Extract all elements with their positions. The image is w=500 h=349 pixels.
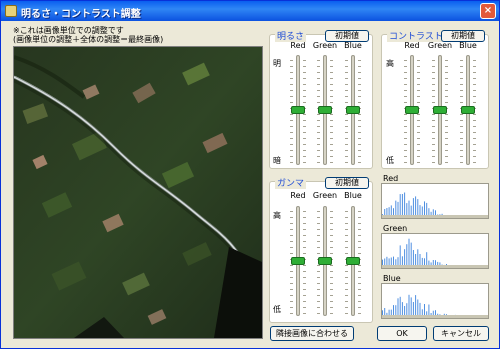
gamma-green-slider[interactable] (316, 206, 334, 316)
histogram-green-label: Green (383, 224, 408, 233)
contrast-green-label: Green (427, 41, 453, 50)
contrast-blue-label: Blue (459, 41, 477, 50)
slider-thumb[interactable] (405, 106, 419, 114)
histogram-green-chart (382, 238, 487, 268)
image-preview[interactable] (13, 46, 263, 339)
gamma-red-slider[interactable] (289, 206, 307, 316)
histogram-green (381, 233, 489, 269)
note-line-2: (画像単位の調整＋全体の調整＝最終画像) (13, 35, 164, 44)
contrast-red-label: Red (404, 41, 420, 50)
gamma-blue-slider[interactable] (344, 206, 362, 316)
brightness-top-label: 明 (273, 59, 281, 68)
slider-thumb[interactable] (461, 106, 475, 114)
dialog-window: 明るさ・コントラスト調整 × ※これは画像単位での調整です (画像単位の調整＋全… (0, 0, 500, 349)
app-icon (5, 5, 17, 17)
brightness-green-label: Green (312, 41, 338, 50)
contrast-bottom-label: 低 (386, 156, 394, 165)
slider-thumb[interactable] (346, 257, 360, 265)
gamma-group: ガンマ 初期値 Red Green Blue 高 低 (269, 176, 373, 323)
gamma-bottom-label: 低 (273, 305, 281, 314)
slider-thumb[interactable] (291, 257, 305, 265)
gamma-green-label: Green (312, 191, 338, 200)
brightness-red-slider[interactable] (289, 55, 307, 165)
histogram-red (381, 183, 489, 219)
slider-thumb[interactable] (291, 106, 305, 114)
window-title: 明るさ・コントラスト調整 (21, 9, 141, 20)
satellite-image (14, 47, 262, 338)
cancel-button[interactable]: キャンセル (433, 326, 489, 341)
gamma-blue-label: Blue (344, 191, 362, 200)
histogram-blue (381, 283, 489, 319)
title-bar[interactable]: 明るさ・コントラスト調整 × (1, 1, 499, 21)
slider-thumb[interactable] (318, 257, 332, 265)
gamma-top-label: 高 (273, 211, 281, 220)
brightness-green-slider[interactable] (316, 55, 334, 165)
brightness-bottom-label: 暗 (273, 156, 281, 165)
brightness-blue-label: Blue (344, 41, 362, 50)
contrast-green-slider[interactable] (431, 55, 449, 165)
brightness-group: 明るさ 初期値 Red Green Blue 明 暗 (269, 29, 373, 169)
gamma-red-label: Red (290, 191, 306, 200)
slider-thumb[interactable] (346, 106, 360, 114)
contrast-blue-slider[interactable] (459, 55, 477, 165)
brightness-blue-slider[interactable] (344, 55, 362, 165)
histogram-blue-chart (382, 294, 487, 318)
gamma-reset-button[interactable]: 初期値 (325, 177, 369, 189)
histogram-red-label: Red (383, 174, 399, 183)
contrast-top-label: 高 (386, 59, 394, 68)
histogram-blue-label: Blue (383, 274, 401, 283)
match-adjacent-button[interactable]: 隣接画像に合わせる (270, 326, 354, 341)
slider-thumb[interactable] (433, 106, 447, 114)
brightness-red-label: Red (290, 41, 306, 50)
histogram-red-chart (382, 192, 487, 218)
slider-thumb[interactable] (318, 106, 332, 114)
close-button[interactable]: × (480, 3, 496, 19)
ok-button[interactable]: OK (377, 326, 427, 341)
contrast-red-slider[interactable] (403, 55, 421, 165)
contrast-group: コントラスト 初期値 Red Green Blue 高 低 (381, 29, 489, 169)
gamma-title: ガンマ (275, 176, 307, 189)
